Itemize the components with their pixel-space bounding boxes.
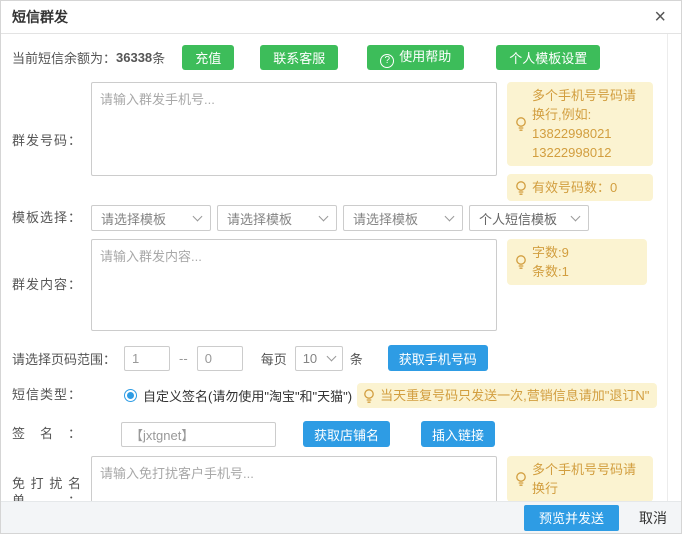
blacklist-tip-text: 多个手机号号码请换行 [532,460,647,498]
recipients-tip-box: 多个手机号号码请换行,例如: 13822998021 13222998012 [507,82,653,166]
template-label: 模板选择： [1,210,91,227]
lightbulb-icon [513,254,529,270]
dialog-footer: 预览并发送 取消 [1,501,681,533]
chevron-down-icon [571,211,581,221]
lightbulb-icon [513,471,529,487]
scrollbar-track[interactable] [667,34,668,503]
balance-row: 当前短信余额为：36338条 充值 联系客服 ? 使用帮助 个人模板设置 [1,44,681,70]
sms-type-field: 自定义签名(请勿使用"淘宝"和"天猫") 当天重复号码只发送一次,营销信息请加"… [124,383,657,408]
personal-template-select[interactable]: 个人短信模板 [469,205,589,231]
per-page-unit: 条 [350,349,363,368]
blacklist-label: 免打扰名单： [1,476,91,503]
valid-count-box: 有效号码数：0 [507,174,653,201]
cancel-button[interactable]: 取消 [639,508,667,528]
balance-amount: 36338 [116,50,152,65]
help-icon: ? [380,54,394,68]
recipients-tips: 多个手机号号码请换行,例如: 13822998021 13222998012 有… [507,82,653,201]
radio-selected-icon [127,392,134,399]
per-page-select[interactable]: 10 [295,346,343,371]
dialog-body: 当前短信余额为：36338条 充值 联系客服 ?使用帮助 个人模板设置 群发号码… [1,34,681,503]
chevron-down-icon [193,211,203,221]
page-from-input[interactable] [124,346,170,371]
chevron-down-icon [445,211,455,221]
get-shop-name-button[interactable]: 获取店铺名 [303,421,390,447]
page-range-label: 请选择页码范围： [1,349,116,368]
close-icon[interactable]: × [654,7,666,27]
sms-type-row: 短信类型： 自定义签名(请勿使用"淘宝"和"天猫") 当天重复号码只发送一次,营… [1,383,681,408]
page-to-input[interactable] [197,346,243,371]
signature-input[interactable] [121,422,276,447]
blacklist-row: 免打扰名单： 多个手机号号码请换行 [1,456,681,503]
balance-label: 当前短信余额为： [12,48,116,67]
custom-signature-radio[interactable] [124,389,137,402]
count-box: 字数:9 条数:1 [507,239,647,285]
message-textarea[interactable] [91,239,497,331]
preview-and-send-button[interactable]: 预览并发送 [524,505,619,531]
fetch-phone-numbers-button[interactable]: 获取手机号码 [388,345,488,371]
tip-line: 多个手机号号码请换行,例如: [532,86,647,124]
custom-signature-radio-label: 自定义签名(请勿使用"淘宝"和"天猫") [143,386,352,405]
signature-label: 签名： [1,426,91,443]
tip-example-number: 13222998012 [532,143,647,162]
per-page-value: 10 [303,351,317,366]
recipients-label: 群发号码： [1,133,91,150]
template-row: 模板选择： 请选择模板 请选择模板 请选择模板 个人短信模板 [1,205,681,231]
sms-type-tip-box: 当天重复号码只发送一次,营销信息请加"退订N" [357,383,657,408]
help-button-label: 使用帮助 [399,49,451,64]
personal-template-select-value: 个人短信模板 [479,209,557,228]
chevron-down-icon [326,351,336,361]
contact-support-button[interactable]: 联系客服 [260,45,338,70]
insert-link-button[interactable]: 插入链接 [421,421,495,447]
message-row: 群发内容： 字数:9 条数:1 [1,239,681,331]
help-button[interactable]: ? 使用帮助 [367,45,464,70]
template-select-1-value: 请选择模板 [101,209,166,228]
recharge-button[interactable]: 充值 [182,45,234,70]
message-label: 群发内容： [1,277,91,294]
page-range-separator: -- [179,351,188,366]
template-select-3-value: 请选择模板 [353,209,418,228]
blacklist-tip-box: 多个手机号号码请换行 [507,456,653,502]
template-select-3[interactable]: 请选择模板 [343,205,463,231]
valid-count-text: 有效号码数：0 [532,178,617,197]
template-select-2[interactable]: 请选择模板 [217,205,337,231]
blacklist-textarea[interactable] [91,456,497,503]
lightbulb-icon [361,388,377,404]
recipients-tip-text: 多个手机号号码请换行,例如: 13822998021 13222998012 [532,86,647,162]
lightbulb-icon [513,116,529,132]
balance-unit: 条 [152,48,165,67]
lightbulb-icon [513,180,529,196]
per-page-label: 每页 [261,349,287,368]
recipients-textarea[interactable] [91,82,497,176]
template-select-1[interactable]: 请选择模板 [91,205,211,231]
chevron-down-icon [319,211,329,221]
count-text: 字数:9 条数:1 [532,243,569,281]
page-range-row: 请选择页码范围： -- 每页 10 条 获取手机号码 [1,345,681,371]
dialog-header: 短信群发 × [1,1,681,34]
blacklist-tips: 多个手机号号码请换行 [507,456,653,502]
signature-row: 签名： 获取店铺名 插入链接 [1,421,681,447]
recipients-row: 群发号码： 多个手机号号码请换行,例如: 13822998021 1322299… [1,82,681,201]
personal-template-settings-button[interactable]: 个人模板设置 [496,45,600,70]
sms-type-label: 短信类型： [1,387,91,404]
dialog-title: 短信群发 [12,7,68,27]
sms-bulk-send-dialog: 短信群发 × 当前短信余额为：36338条 充值 联系客服 ?使用帮助 个人模板… [0,0,682,534]
sms-type-tip-text: 当天重复号码只发送一次,营销信息请加"退订N" [380,386,649,405]
char-count: 字数:9 [532,243,569,262]
message-tips: 字数:9 条数:1 [507,239,653,285]
tip-example-number: 13822998021 [532,124,647,143]
msg-count: 条数:1 [532,262,569,281]
template-select-2-value: 请选择模板 [227,209,292,228]
